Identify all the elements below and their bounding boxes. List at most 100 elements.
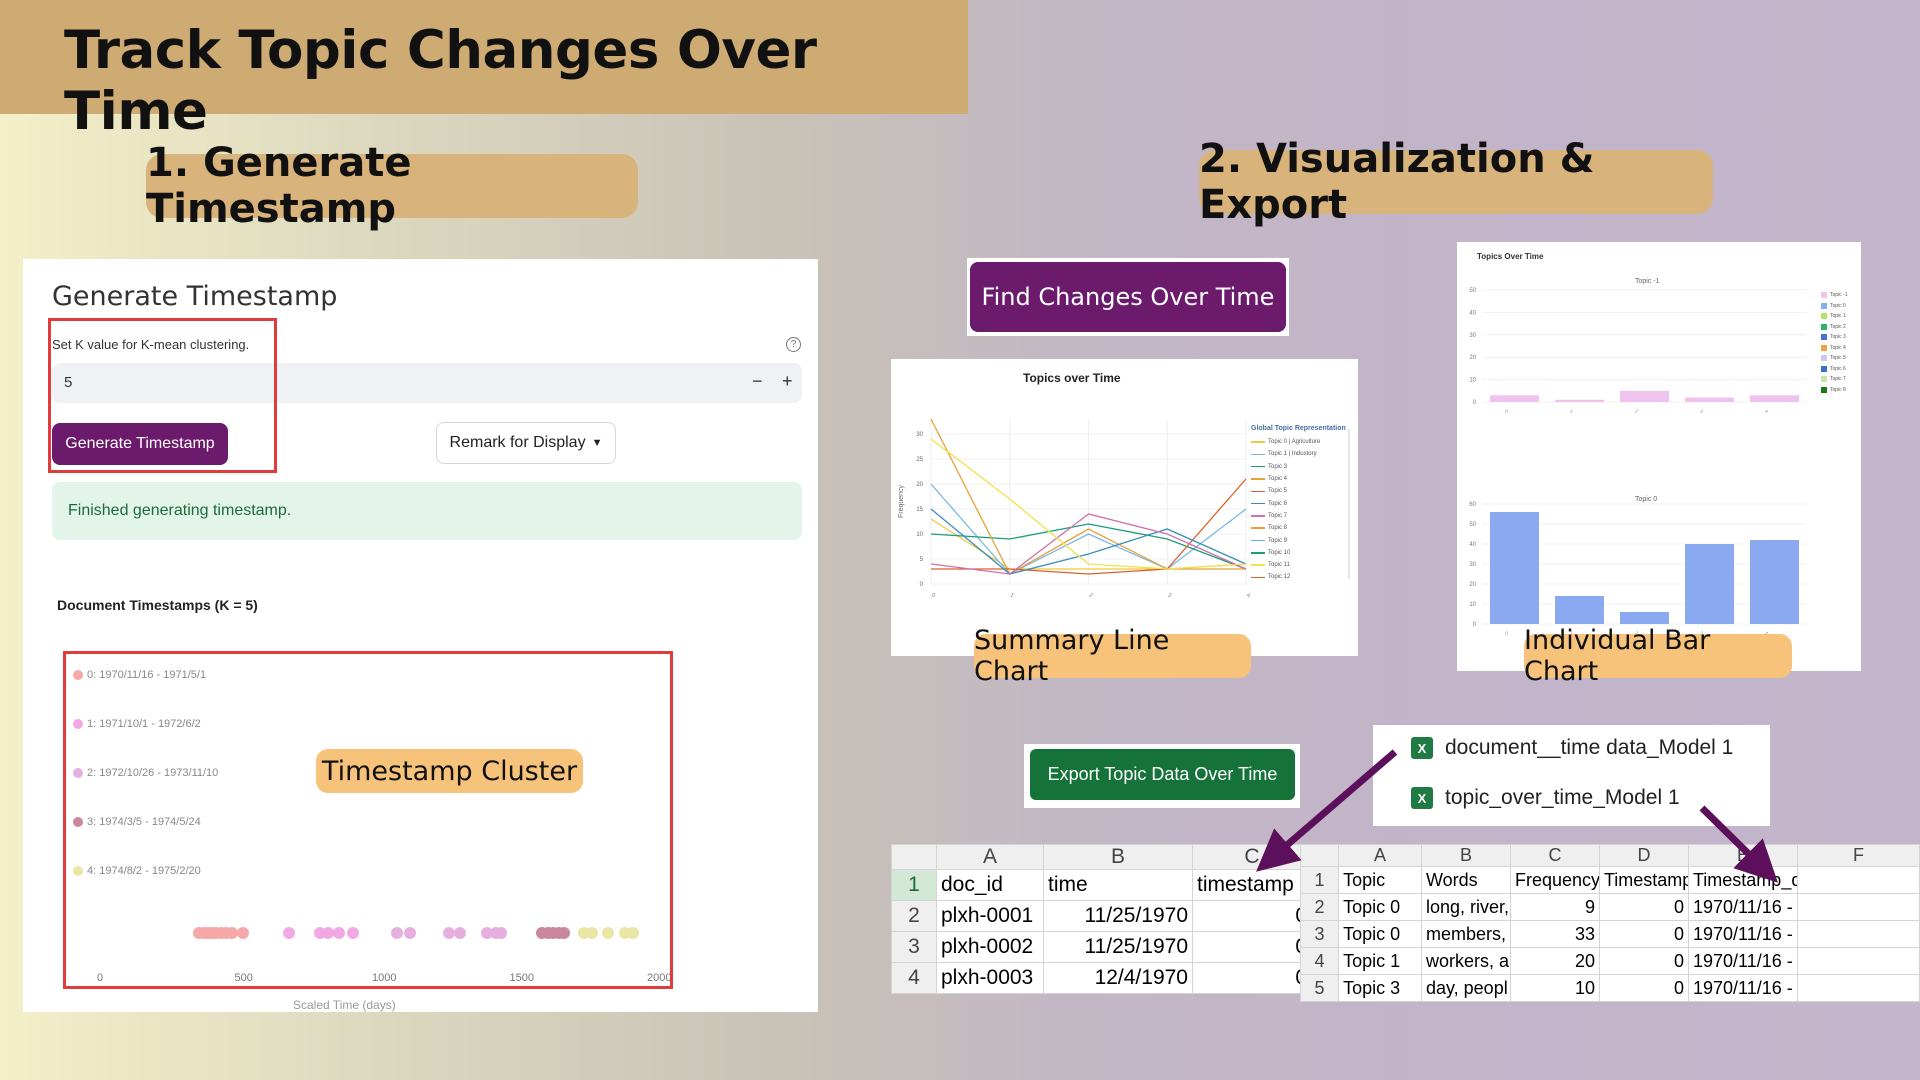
bar-legend-item[interactable]: Topic 1 [1821, 311, 1848, 322]
table-cell[interactable]: 11/25/1970 [1043, 900, 1193, 932]
sheet-corner[interactable] [891, 844, 937, 870]
file-item-document-time[interactable]: X document__time data_Model 1 [1411, 736, 1733, 760]
table-cell[interactable]: Frequency [1509, 866, 1600, 894]
y-tick-label: 60 [1469, 502, 1476, 508]
table-cell[interactable]: Topic 1 [1338, 947, 1422, 975]
table-cell[interactable]: 0 [1598, 947, 1689, 975]
column-header[interactable]: C [1509, 844, 1600, 867]
table-cell[interactable]: Topic 0 [1338, 920, 1422, 948]
line-legend-item[interactable]: Topic 3 [1251, 461, 1320, 473]
column-header[interactable]: B [1043, 844, 1193, 870]
bar-legend-item[interactable]: Topic 8 [1821, 385, 1848, 396]
table-cell[interactable]: plxh-0002 [936, 931, 1044, 963]
table-cell[interactable]: 1970/11/16 - 1971/5/1 [1687, 893, 1798, 921]
table-cell[interactable] [1796, 920, 1920, 948]
y-tick-label: 5 [920, 557, 924, 563]
line-legend-item[interactable]: Topic 5 [1251, 485, 1320, 497]
line-legend-item[interactable]: Topic 9 [1251, 534, 1320, 546]
table-cell[interactable]: 0 [1598, 920, 1689, 948]
table-cell[interactable]: Timestamp [1598, 866, 1689, 894]
row-number[interactable]: 3 [1299, 920, 1340, 948]
table-cell[interactable] [1796, 866, 1920, 894]
plus-icon[interactable]: + [782, 371, 793, 392]
table-cell[interactable]: Topic 3 [1338, 974, 1422, 1002]
legend-swatch-icon [1251, 465, 1265, 468]
table-cell[interactable]: 0 [1598, 974, 1689, 1002]
bar-legend-item[interactable]: Topic 5 [1821, 353, 1848, 364]
table-cell[interactable]: 20 [1509, 947, 1600, 975]
line-legend-item[interactable]: Topic 1 | Industory [1251, 448, 1320, 460]
row-number[interactable]: 2 [1299, 893, 1340, 921]
column-header[interactable]: B [1420, 844, 1511, 867]
bar-legend-item[interactable]: Topic 3 [1821, 332, 1848, 343]
table-cell[interactable] [1796, 974, 1920, 1002]
table-cell[interactable]: 9 [1509, 893, 1600, 921]
column-header[interactable]: A [936, 844, 1044, 870]
bar-legend-item[interactable]: Topic 7 [1821, 374, 1848, 385]
table-cell[interactable]: 1970/11/16 - 1971/5/1 [1687, 920, 1798, 948]
table-cell[interactable]: 10 [1509, 974, 1600, 1002]
bar-legend-item[interactable]: Topic 2 [1821, 322, 1848, 333]
table-cell[interactable]: 0 [1598, 893, 1689, 921]
table-cell[interactable] [1796, 947, 1920, 975]
row-number[interactable]: 1 [1299, 866, 1340, 894]
line-legend-item[interactable]: Topic 4 [1251, 473, 1320, 485]
line-legend-item[interactable]: Topic 12 [1251, 571, 1320, 583]
bar-legend-item[interactable]: Topic 0 [1821, 301, 1848, 312]
file-item-topic-over-time[interactable]: X topic_over_time_Model 1 [1411, 786, 1680, 810]
bar-legend-item[interactable]: Topic 4 [1821, 343, 1848, 354]
row-number[interactable]: 5 [1299, 974, 1340, 1002]
line-legend-item[interactable]: Topic 7 [1251, 510, 1320, 522]
find-changes-button[interactable]: Find Changes Over Time [970, 262, 1286, 332]
y-axis-label: Frequency [898, 484, 905, 518]
table-cell[interactable]: 1970/11/16 - 1971/5/1 [1687, 947, 1798, 975]
row-number[interactable]: 1 [891, 869, 937, 901]
table-cell[interactable]: Topic 0 [1338, 893, 1422, 921]
bar [1555, 399, 1604, 402]
row-number[interactable]: 4 [1299, 947, 1340, 975]
table-cell[interactable] [1796, 893, 1920, 921]
remark-for-display-dropdown[interactable]: Remark for Display ▼ [436, 422, 616, 464]
table-cell[interactable]: long, river, [1420, 893, 1511, 921]
export-topic-data-button[interactable]: Export Topic Data Over Time [1030, 749, 1295, 800]
legend-swatch-icon [1251, 502, 1265, 505]
table-cell[interactable]: doc_id [936, 869, 1044, 901]
column-header[interactable]: C [1192, 844, 1312, 870]
legend-label: Topic -1 [1830, 292, 1848, 299]
table-cell[interactable]: 1970/11/16 - 1971/5/1 [1687, 974, 1798, 1002]
column-header[interactable]: F [1796, 844, 1920, 867]
table-cell[interactable]: members, [1420, 920, 1511, 948]
table-cell[interactable]: 0 [1192, 931, 1312, 963]
column-header[interactable]: A [1338, 844, 1422, 867]
table-cell[interactable]: day, peopl [1420, 974, 1511, 1002]
table-cell[interactable]: plxh-0003 [936, 962, 1044, 994]
column-header[interactable]: D [1598, 844, 1689, 867]
row-number[interactable]: 4 [891, 962, 937, 994]
table-cell[interactable]: plxh-0001 [936, 900, 1044, 932]
help-icon[interactable]: ? [786, 337, 801, 352]
column-header[interactable]: E [1687, 844, 1798, 867]
table-cell[interactable]: 0 [1192, 900, 1312, 932]
remark-label: Remark for Display [449, 434, 586, 451]
row-number[interactable]: 2 [891, 900, 937, 932]
sheet-corner[interactable] [1299, 844, 1340, 867]
table-cell[interactable]: Timestamp_detail [1687, 866, 1798, 894]
table-cell[interactable]: Topic [1338, 866, 1422, 894]
table-cell[interactable]: workers, a [1420, 947, 1511, 975]
line-legend-item[interactable]: Topic 6 [1251, 497, 1320, 509]
line-legend-item[interactable]: Topic 10 [1251, 547, 1320, 559]
bar-legend-item[interactable]: Topic -1 [1821, 290, 1848, 301]
row-number[interactable]: 3 [891, 931, 937, 963]
table-cell[interactable]: 12/4/1970 [1043, 962, 1193, 994]
table-cell[interactable]: Words [1420, 866, 1511, 894]
table-cell[interactable]: 11/25/1970 [1043, 931, 1193, 963]
line-legend-item[interactable]: Topic 8 [1251, 522, 1320, 534]
line-legend-item[interactable]: Topic 11 [1251, 559, 1320, 571]
bar-legend-item[interactable]: Topic 6 [1821, 364, 1848, 375]
minus-icon[interactable]: − [752, 371, 763, 392]
table-cell[interactable]: time [1043, 869, 1193, 901]
table-cell[interactable]: timestamp [1192, 869, 1312, 901]
table-cell[interactable]: 0 [1192, 962, 1312, 994]
table-cell[interactable]: 33 [1509, 920, 1600, 948]
line-legend-item[interactable]: Topic 0 | Agriculture [1251, 436, 1320, 448]
